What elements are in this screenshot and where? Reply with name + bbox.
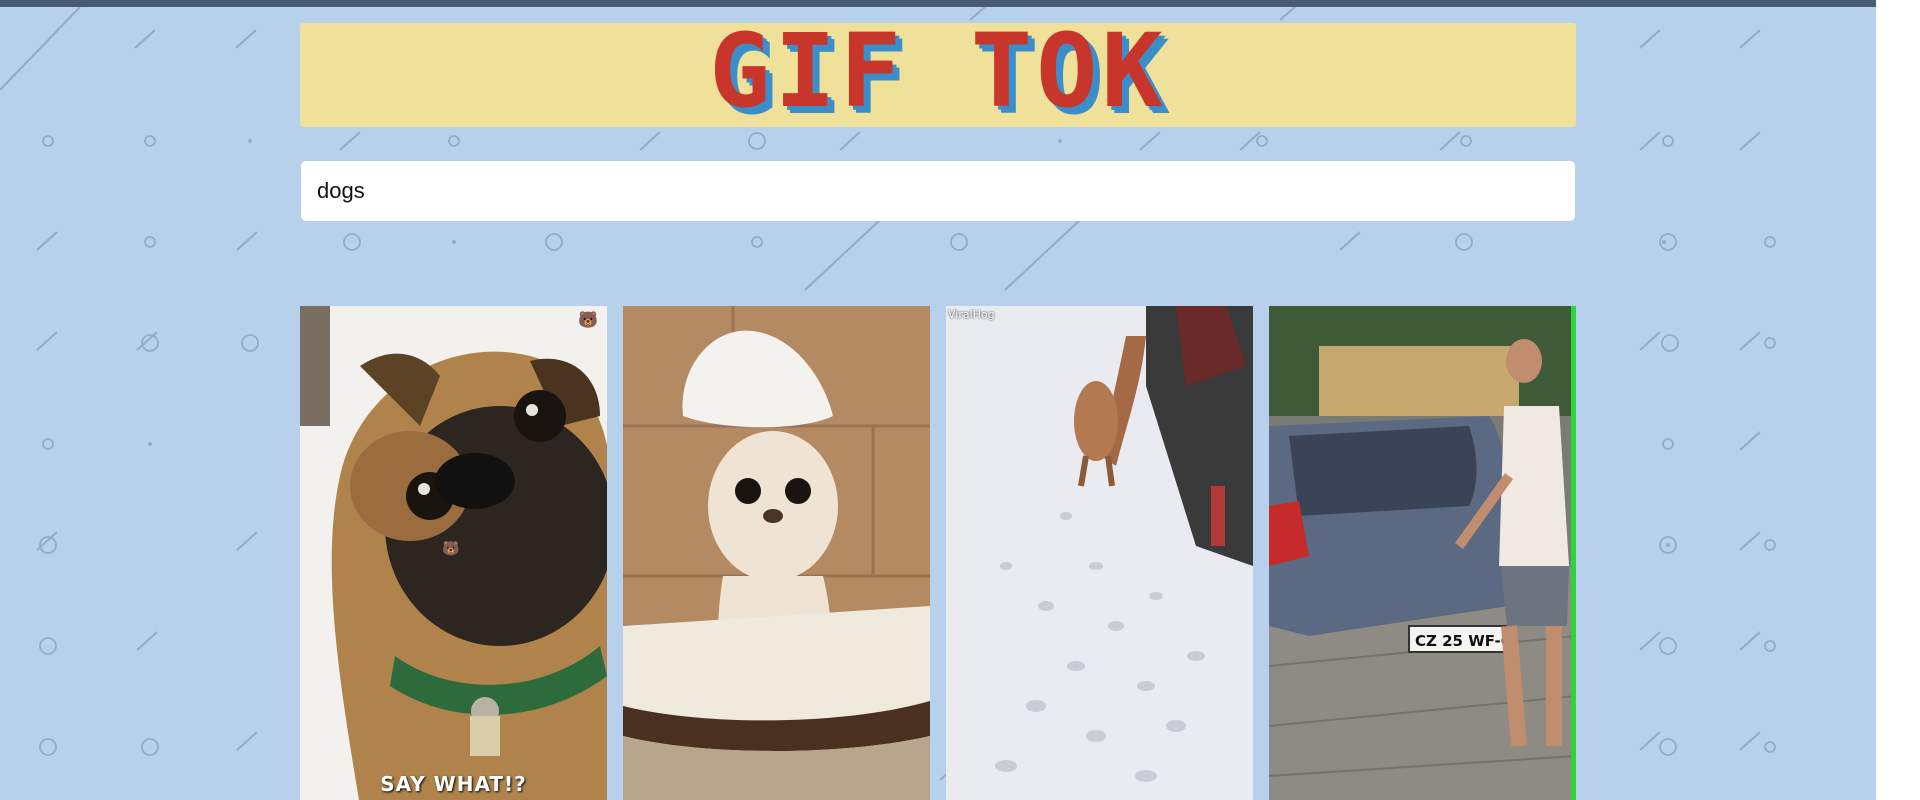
gif-card-pug[interactable]: 🐻 🐻 SAY WHAT!?: [300, 306, 607, 800]
chihuahua-image: [623, 306, 930, 800]
snow-dog-image: [946, 306, 1253, 800]
license-plate: CZ 25 WF-G: [1415, 632, 1513, 650]
watermark-text: ViralHog: [948, 308, 995, 321]
gif-grid: 🐻 🐻 SAY WHAT!? ViralHog CZ 25 WF-G: [300, 306, 1576, 800]
search-input[interactable]: [301, 161, 1575, 221]
gif-card-snow-dog[interactable]: ViralHog: [946, 306, 1253, 800]
gif-card-chihuahua[interactable]: [623, 306, 930, 800]
top-bar: [0, 0, 1876, 7]
car-image: CZ 25 WF-G: [1269, 306, 1576, 800]
app-logo: GIF TOK: [709, 12, 1167, 131]
page-edge: [1876, 0, 1920, 800]
mascot-icon: 🐻: [442, 540, 460, 556]
header-banner: GIF TOK: [300, 12, 1576, 131]
mascot-icon: 🐻: [578, 312, 598, 329]
gif-caption: SAY WHAT!?: [380, 772, 527, 796]
gif-card-car[interactable]: CZ 25 WF-G: [1269, 306, 1576, 800]
